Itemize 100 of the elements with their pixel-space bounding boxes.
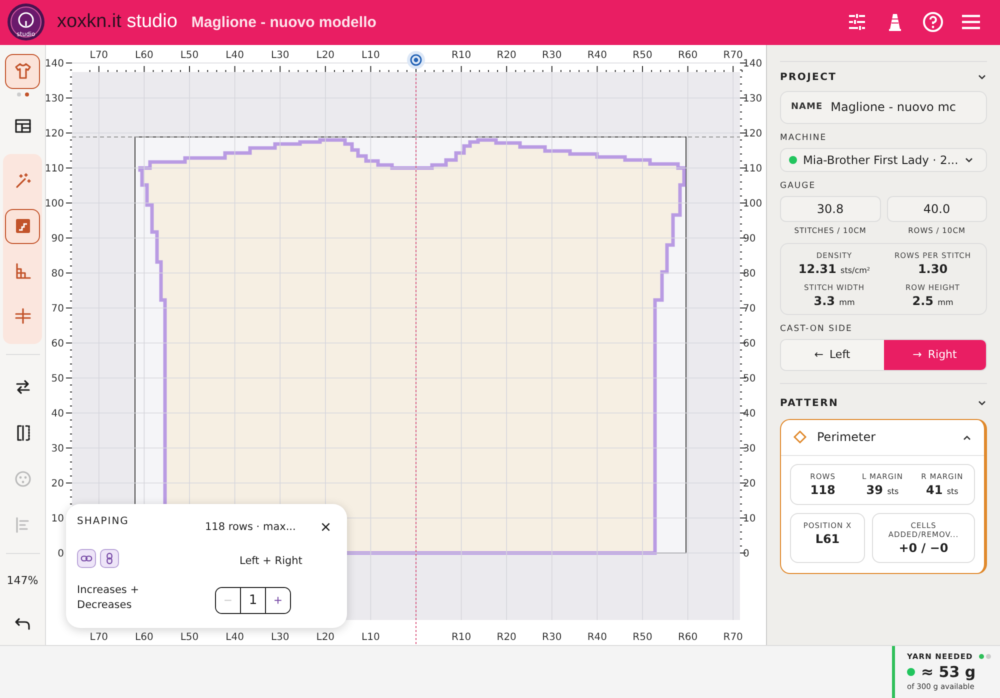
pager-dots-icon [16,92,30,97]
axis-label: L50 [180,632,199,643]
axis-label: L30 [270,632,290,643]
axis-label: R30 [542,632,562,643]
yarn-amount: ≈ 53 g [921,662,976,681]
cast-on-option[interactable]: → Right [884,340,986,370]
axis-label: R40 [587,632,608,643]
axis-label: 140 [743,58,762,70]
axis-label: R50 [632,50,652,61]
axis-label: R10 [451,632,472,643]
stat-value: +0 / −0 [898,540,950,555]
page-dot[interactable] [986,654,991,659]
stat-value: 118 [809,482,836,497]
axis-label: R10 [451,50,472,61]
link-toggle[interactable] [77,548,96,568]
axis-label: 110 [743,163,762,174]
card-title: Perimeter [817,430,877,444]
shirt-tool[interactable] [5,54,40,89]
axis-label: L30 [270,50,290,61]
axis-label: 10 [743,513,756,524]
axis-label: 30 [51,443,64,454]
axis-label: L40 [226,632,244,643]
diamond-icon [793,430,807,444]
axis-label: 130 [46,93,64,104]
link-toggle[interactable] [100,548,119,568]
stat-value: 1.30 [916,262,949,276]
axis-label: L40 [226,50,244,61]
axis-label: L60 [135,50,154,61]
axis-label: L10 [362,632,380,643]
axis-label: 110 [46,163,64,174]
cast-on-option[interactable]: ← Left [781,340,884,370]
split-icon [12,306,32,326]
axis-label: L20 [316,632,335,643]
field-label: MACHINE [780,132,828,143]
axis-label: 80 [51,268,64,280]
axis-label: 70 [51,303,64,314]
app-name: xoxkn.it studio [57,11,178,34]
axis-label: L10 [362,50,380,61]
stat-value: 3.3 mm [812,294,856,308]
axis-label: 130 [743,93,762,104]
axis-label: R70 [723,632,743,643]
axis-label: 30 [743,443,756,454]
sides-label: Left + Right [238,554,304,567]
popup-title: SHAPING [77,516,130,529]
axis-label: 10 [51,513,64,524]
axis-label: R40 [587,50,608,61]
name-field[interactable]: NAME Maglione - nuovo mc [780,90,987,124]
axis-label: 70 [743,303,756,314]
stairs-tool[interactable] [5,208,40,244]
axis-label: R20 [496,50,516,61]
field-label: GAUGE [780,180,817,191]
axis-label: R60 [678,632,698,643]
gauge-field[interactable]: 40.0 [886,196,987,222]
axis-label: 20 [743,478,756,490]
axis-label: L20 [316,50,335,61]
axis-label: 20 [51,478,64,490]
axis-label: 0 [58,548,64,560]
axis-label: 100 [46,198,64,210]
axis-label: R60 [678,50,698,61]
axis-label: 100 [743,198,762,210]
field-label: CAST-ON SIDE [780,324,854,334]
axis-label: 50 [51,373,64,384]
axis-label: 40 [743,408,756,420]
axis-label: 40 [51,408,64,420]
target-icon[interactable] [407,50,425,69]
machine-name: Mia-Brother First Lady · 2... [803,152,958,167]
section-title: PROJECT [780,72,837,83]
axis-label: L70 [90,632,108,643]
axis-label: 90 [51,233,64,244]
stat-value: 2.5 mm [911,294,954,308]
axis-label: R50 [632,632,652,643]
axis-label: 60 [51,338,64,350]
axis-label: 120 [46,128,64,140]
page-dot[interactable] [978,654,984,659]
axis-label: 120 [743,128,762,140]
axis-label: R20 [496,632,516,643]
axis-label: 50 [743,373,756,384]
stat-value: L61 [814,532,841,546]
circle-dots-icon [12,469,32,490]
shirt-icon [12,61,32,82]
stat-value: 12.31 sts/cm² [797,262,872,276]
axis-label: R30 [542,50,562,61]
axis-label: L60 [135,632,154,643]
mode-label: Increases + Decreases [77,582,140,613]
stat-value: 39 sts [865,482,900,497]
axis-label: L70 [90,50,108,61]
axis-label: 80 [743,268,756,280]
project-title: Maglione - nuovo modello [191,14,378,31]
section-title: PATTERN [780,398,839,409]
gauge-field[interactable]: 30.8 [780,196,880,222]
axis-label: L50 [180,50,199,61]
axis-label: R70 [723,50,743,61]
stat-value: 41 sts [924,482,960,497]
machine-dropdown[interactable]: Mia-Brother First Lady · 2... [780,148,987,172]
popup-summary: 118 rows · max... [205,521,296,534]
zoom-level[interactable]: 147% [6,574,38,587]
axis-label: 140 [46,58,64,70]
axis-label: 90 [743,233,756,244]
close-button[interactable]: × [320,518,337,536]
help-icon[interactable] [922,11,944,34]
